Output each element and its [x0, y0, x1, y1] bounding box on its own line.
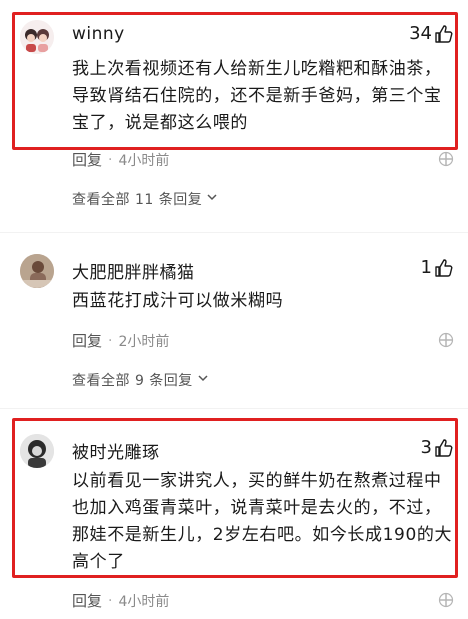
- comment-time: 4小时前: [118, 593, 170, 610]
- like-button[interactable]: 1: [421, 257, 454, 278]
- comment-text-line: 也加入鸡蛋青菜叶，说青菜叶是去火的，不过，: [72, 498, 442, 518]
- more-icon[interactable]: [438, 592, 454, 608]
- comment-text-line: 以前看见一家讲究人，买的鲜牛奶在熬煮过程中: [72, 471, 442, 491]
- comment-time: 2小时前: [118, 333, 170, 350]
- more-icon[interactable]: [438, 151, 454, 167]
- avatar[interactable]: [20, 254, 54, 288]
- like-button[interactable]: 34: [409, 23, 454, 44]
- reply-button[interactable]: 回复: [72, 149, 102, 170]
- like-button[interactable]: 3: [421, 437, 454, 458]
- thumbs-up-icon[interactable]: [434, 438, 454, 458]
- comment-text-line: 我上次看视频还有人给新生儿吃糌粑和酥油茶，: [72, 59, 442, 79]
- reply-button[interactable]: 回复: [72, 330, 102, 351]
- comment-meta: 回复 · 4小时前: [72, 590, 169, 611]
- avatar[interactable]: [20, 20, 54, 54]
- view-all-replies[interactable]: 查看全部 9 条回复: [72, 370, 209, 390]
- comment-text: 以前看见一家讲究人，买的鲜牛奶在熬煮过程中 也加入鸡蛋青菜叶，说青菜叶是去火的，…: [72, 468, 457, 576]
- reply-button[interactable]: 回复: [72, 590, 102, 611]
- comment-text-line: 导致肾结石住院的，还不是新手爸妈，第三个宝: [72, 86, 442, 106]
- comment-username[interactable]: winny: [72, 24, 125, 44]
- divider: [0, 408, 468, 409]
- comment-username[interactable]: 被时光雕琢: [72, 438, 160, 463]
- comment-username[interactable]: 大肥肥胖胖橘猫: [72, 258, 195, 283]
- chevron-down-icon: [197, 372, 209, 388]
- view-all-replies-label: 查看全部 9 条回复: [72, 373, 193, 389]
- meta-separator: ·: [108, 592, 113, 609]
- comment-time: 4小时前: [118, 152, 170, 169]
- like-count: 1: [420, 257, 432, 278]
- meta-separator: ·: [108, 332, 113, 349]
- meta-separator: ·: [108, 151, 113, 168]
- like-count: 3: [420, 437, 432, 458]
- view-all-replies-label: 查看全部 11 条回复: [72, 192, 203, 208]
- more-icon[interactable]: [438, 332, 454, 348]
- comment-text-line: 西蓝花打成汁可以做米糊吗: [72, 291, 284, 311]
- comment-text-line: 那娃不是新生儿，2岁左右吧。如今长成190的大: [72, 525, 453, 545]
- avatar[interactable]: [20, 434, 54, 468]
- view-all-replies[interactable]: 查看全部 11 条回复: [72, 189, 218, 209]
- comment-text-line: 宝了，说是都这么喂的: [72, 113, 248, 133]
- comment-meta: 回复 · 2小时前: [72, 330, 169, 351]
- thumbs-up-icon[interactable]: [434, 258, 454, 278]
- comment-meta: 回复 · 4小时前: [72, 149, 169, 170]
- divider: [0, 232, 468, 233]
- chevron-down-icon: [206, 191, 218, 207]
- comment-text: 我上次看视频还有人给新生儿吃糌粑和酥油茶， 导致肾结石住院的，还不是新手爸妈，第…: [72, 56, 457, 137]
- comment-text-line: 高个了: [72, 552, 125, 572]
- thumbs-up-icon[interactable]: [434, 24, 454, 44]
- like-count: 34: [409, 23, 432, 44]
- comment-text: 西蓝花打成汁可以做米糊吗: [72, 288, 457, 315]
